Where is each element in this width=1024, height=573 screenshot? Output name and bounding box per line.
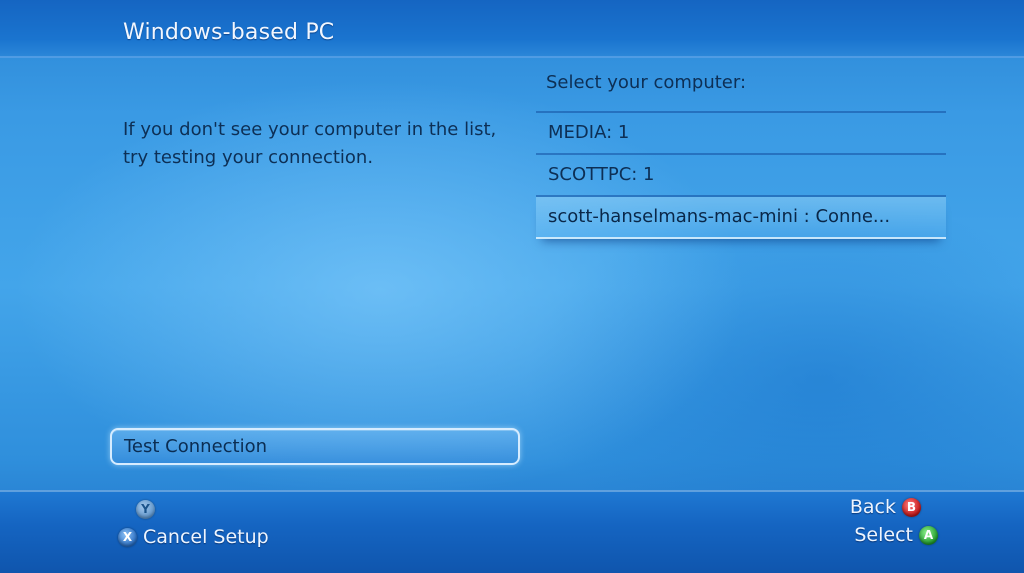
x-button-icon: X (118, 527, 137, 547)
test-connection-button[interactable]: Test Connection (110, 428, 520, 465)
computer-list-item-scottpc[interactable]: SCOTTPC: 1 (536, 155, 946, 197)
select-hint[interactable]: Select A (854, 524, 938, 546)
computer-list: MEDIA: 1 SCOTTPC: 1 scott-hanselmans-mac… (536, 111, 946, 239)
y-button-hint: Y (136, 500, 155, 519)
back-hint[interactable]: Back B (850, 496, 921, 518)
connection-hint-text: If you don't see your computer in the li… (123, 119, 497, 168)
computer-list-item-media[interactable]: MEDIA: 1 (536, 113, 946, 155)
a-button-icon: A (919, 525, 938, 545)
media-center-setup-screen: Windows-based PC If you don't see your c… (0, 0, 1024, 573)
b-button-icon: B (902, 497, 921, 517)
y-button-icon: Y (136, 500, 155, 519)
cancel-setup-label: Cancel Setup (143, 526, 269, 548)
header-bar: Windows-based PC (0, 0, 1024, 58)
cancel-setup-hint[interactable]: X Cancel Setup (118, 526, 269, 548)
computer-list-heading: Select your computer: (546, 72, 747, 93)
back-label: Back (849, 496, 896, 518)
select-label: Select (854, 524, 913, 546)
computer-list-item-mac-mini[interactable]: scott-hanselmans-mac-mini : Conne... (536, 197, 946, 239)
page-title: Windows-based PC (123, 20, 335, 45)
